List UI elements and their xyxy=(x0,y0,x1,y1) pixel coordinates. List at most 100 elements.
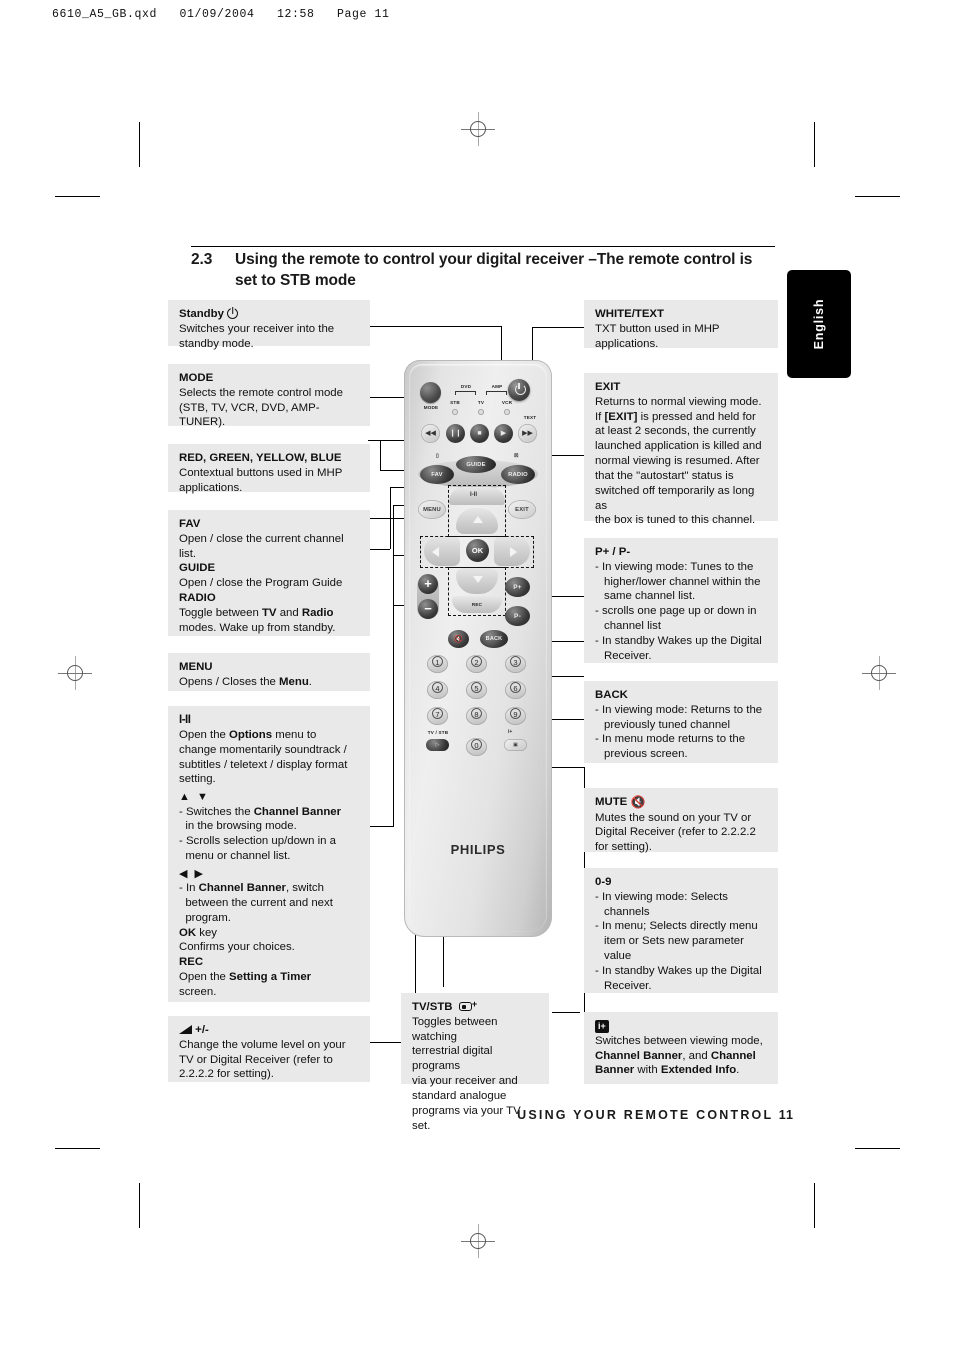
callout-p-line-6: - In standby Wakes up the Digital xyxy=(595,634,762,647)
callout-fav-title: FAV xyxy=(179,518,201,530)
vcr-indicator-label: VCR xyxy=(501,400,513,405)
sound-select-icon: I-II xyxy=(179,714,191,726)
key-3[interactable]: 3 xyxy=(505,655,526,673)
tv-led xyxy=(478,409,484,415)
mode-dial-label: MODE xyxy=(423,405,439,410)
subtitle-icon: ▯ xyxy=(436,453,439,459)
leader-colour-v xyxy=(380,440,381,470)
leader-fav-h xyxy=(368,549,390,550)
key-5[interactable]: 5 xyxy=(466,681,487,699)
callout-mute-line-2: Digital Receiver (refer to 2.2.2.2 xyxy=(595,826,756,839)
callout-exit-line-3: at least 2 seconds, the currently xyxy=(595,425,756,438)
channel-down-button[interactable]: P- xyxy=(505,606,530,626)
power-icon xyxy=(227,308,239,319)
callout-white-text: WHITE/TEXT TXT button used in MHP applic… xyxy=(584,300,778,350)
dvd-bracket-label: DVD xyxy=(460,384,472,389)
tv-stb-icon xyxy=(458,999,477,1011)
key-9-label: 9 xyxy=(510,708,521,719)
callout-digits-line-7: Receiver. xyxy=(604,979,652,992)
rewind-button[interactable]: ◀◀ xyxy=(421,424,440,443)
callout-options-line-1: Open the Options menu to xyxy=(179,728,317,741)
fav-button[interactable]: FAV xyxy=(420,465,454,484)
callout-back-line-1: - In viewing mode: Returns to the xyxy=(595,703,763,716)
amp-bracket xyxy=(486,391,507,395)
key-4-label: 4 xyxy=(432,682,443,693)
callout-radio-line-2: modes. Wake up from standby. xyxy=(179,621,336,634)
section-number: 2.3 xyxy=(191,251,213,268)
key-6[interactable]: 6 xyxy=(505,681,526,699)
callout-rec-title: REC xyxy=(179,956,204,969)
key-7[interactable]: 7 xyxy=(427,707,448,725)
callout-p-title: P+ / P- xyxy=(595,546,631,558)
key-2[interactable]: 2 xyxy=(466,655,487,673)
radio-button[interactable]: RADIO xyxy=(501,465,535,484)
tv-stb-button[interactable]: ▷ xyxy=(426,739,449,751)
callout-exit-line-1: Returns to normal viewing mode. xyxy=(595,395,762,408)
callout-p-line-2: higher/lower channel within the xyxy=(604,575,761,588)
callout-exit-line-2: If [EXIT] is pressed and held for xyxy=(595,410,756,423)
standby-power-button[interactable] xyxy=(508,379,530,401)
dash-box-updown-top xyxy=(448,485,506,537)
exit-button[interactable]: EXIT xyxy=(508,500,536,519)
callout-leftright-item-1: - In Channel Banner, switch xyxy=(179,882,324,895)
callout-options-line-4: setting. xyxy=(179,773,216,786)
callout-p-plus-minus: P+ / P- - In viewing mode: Tunes to the … xyxy=(584,538,778,663)
callout-volume-line-3: 2.2.2.2 for setting). xyxy=(179,1068,274,1081)
callout-updown-item-3: - Scrolls selection up/down in a xyxy=(179,835,337,848)
callout-p-line-7: Receiver. xyxy=(604,649,652,662)
menu-button[interactable]: MENU xyxy=(418,500,446,519)
callout-exit-line-5: normal viewing is resumed. After xyxy=(595,455,760,468)
section-rule xyxy=(191,246,775,247)
callout-ok-title: OK key xyxy=(179,926,217,939)
play-button[interactable]: ▶ xyxy=(494,424,513,443)
callout-white-text-line-1: TXT button used in MHP xyxy=(595,322,720,335)
mute-button[interactable]: 🔇 xyxy=(448,630,469,648)
key-1[interactable]: 1 xyxy=(427,655,448,673)
callout-tv-stb-line-1: Toggles between watching xyxy=(412,1015,498,1043)
callout-back-line-3: - In menu mode returns to the xyxy=(595,733,746,746)
leader-options-h xyxy=(368,826,394,827)
callout-menu-line-1: Opens / Closes the Menu. xyxy=(179,675,312,688)
callout-mode: MODE Selects the remote control mode (ST… xyxy=(168,364,370,428)
callout-fav-line-1: Open / close the current channel xyxy=(179,532,344,545)
callout-info: i+ Switches between viewing mode, Channe… xyxy=(584,1012,778,1084)
callout-p-line-1: - In viewing mode: Tunes to the xyxy=(595,560,754,573)
callout-mode-title: MODE xyxy=(179,372,214,384)
callout-digits-line-2: channels xyxy=(604,905,650,918)
info-button[interactable]: ▣ xyxy=(504,739,527,751)
fast-forward-text-button[interactable]: ▶▶ xyxy=(518,424,537,443)
callout-exit-line-8: the box is tuned to this channel. xyxy=(595,514,756,527)
key-8[interactable]: 8 xyxy=(466,707,487,725)
key-4[interactable]: 4 xyxy=(427,681,448,699)
callout-volume-title: +/- xyxy=(195,1024,209,1036)
callout-info-line-2: Channel Banner, and Channel xyxy=(595,1049,756,1062)
callout-menu-title: MENU xyxy=(179,661,213,673)
callout-back-title: BACK xyxy=(595,689,628,701)
dvd-bracket xyxy=(455,391,476,395)
volume-up-button[interactable]: + xyxy=(418,574,438,594)
back-button[interactable]: BACK xyxy=(480,630,508,648)
guide-button[interactable]: GUIDE xyxy=(456,456,496,473)
pause-button[interactable]: ❙❙ xyxy=(446,424,465,443)
key-9[interactable]: 9 xyxy=(505,707,526,725)
stop-button[interactable]: ■ xyxy=(470,424,489,443)
tv-stb-button-label: TV / STB xyxy=(427,730,449,735)
callout-digits-line-5: value xyxy=(604,950,632,963)
callout-tv-stb-line-4: standard analogue xyxy=(412,1089,507,1102)
callout-fav-guide-radio: FAV Open / close the current channel lis… xyxy=(168,510,370,636)
callout-mode-line-3: TUNER). xyxy=(179,416,226,429)
mute-icon: 🔇 xyxy=(630,795,645,809)
callout-rec-line-1: Open the Setting a Timer xyxy=(179,971,312,984)
key-0[interactable]: 0 xyxy=(466,738,487,756)
teletext-icon: ☒ xyxy=(514,453,519,459)
dash-box-leftright xyxy=(420,536,534,568)
key-2-label: 2 xyxy=(471,656,482,667)
callout-digits-line-6: - In standby Wakes up the Digital xyxy=(595,964,762,977)
mode-dial[interactable] xyxy=(420,382,441,403)
callout-exit-title: EXIT xyxy=(595,381,621,393)
volume-down-button[interactable]: − xyxy=(418,599,438,619)
channel-up-button[interactable]: P+ xyxy=(505,577,530,597)
callout-colour-keys: RED, GREEN, YELLOW, BLUE Contextual butt… xyxy=(168,444,370,494)
key-1-label: 1 xyxy=(432,656,443,667)
page-footer: USING YOUR REMOTE CONTROL 11 xyxy=(0,1108,954,1122)
